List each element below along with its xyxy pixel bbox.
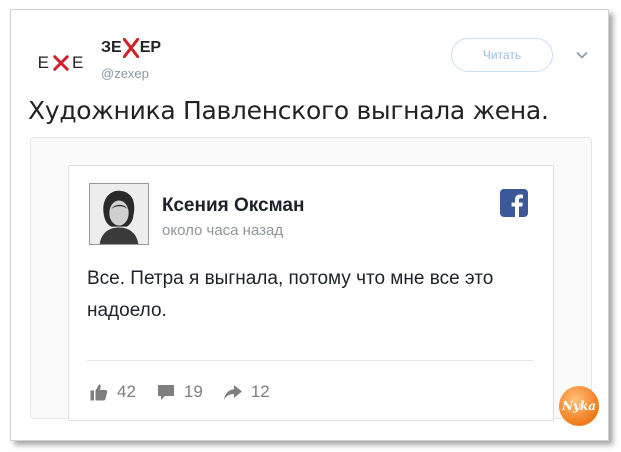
account-handle[interactable]: @zexep [101, 66, 149, 81]
post-author[interactable]: Ксения Оксман [162, 195, 304, 217]
author-photo [89, 183, 149, 245]
comment-icon [157, 385, 174, 400]
shares-stat[interactable]: 12 [223, 382, 270, 402]
post-body: Все. Петра я выгнала, потому что мне все… [87, 268, 494, 321]
post-time[interactable]: около часа назад [162, 222, 283, 239]
tweet-text: Художника Павленского выгнала жена. [28, 96, 549, 125]
comments-count: 19 [183, 382, 203, 401]
avatar-letter-left: E [37, 53, 50, 72]
account-name-part1: ЗЕ [101, 39, 122, 56]
portrait-image [90, 184, 148, 244]
chevron-down-icon[interactable] [575, 48, 589, 62]
red-x-icon [53, 55, 69, 71]
profile-avatar[interactable]: E E [31, 48, 91, 78]
thumbs-up-icon [90, 384, 108, 401]
comments-stat[interactable]: 19 [156, 382, 203, 402]
watermark-text: Nyka [561, 399, 597, 413]
likes-stat[interactable]: 42 [89, 382, 136, 402]
avatar-letter-right: E [72, 53, 85, 72]
divider [87, 360, 533, 361]
post-stats: 42 19 12 [89, 382, 290, 402]
shares-count: 12 [250, 382, 270, 401]
facebook-post-card: Ксения Оксман около часа назад Все. Петр… [68, 165, 554, 421]
tweet-frame: E E ЗЕ ЕР @zexep Читать Художника Павлен… [10, 9, 609, 441]
embedded-image[interactable]: Ксения Оксман около часа назад Все. Петр… [30, 137, 592, 421]
likes-count: 42 [117, 382, 136, 401]
account-name-part2: ЕР [139, 39, 162, 56]
watermark-logo: Nyka [559, 386, 599, 426]
facebook-icon [500, 189, 528, 217]
account-name[interactable]: ЗЕ ЕР [101, 38, 161, 58]
share-arrow-icon [223, 385, 242, 400]
red-x-icon [122, 38, 139, 58]
follow-button[interactable]: Читать [451, 38, 553, 72]
